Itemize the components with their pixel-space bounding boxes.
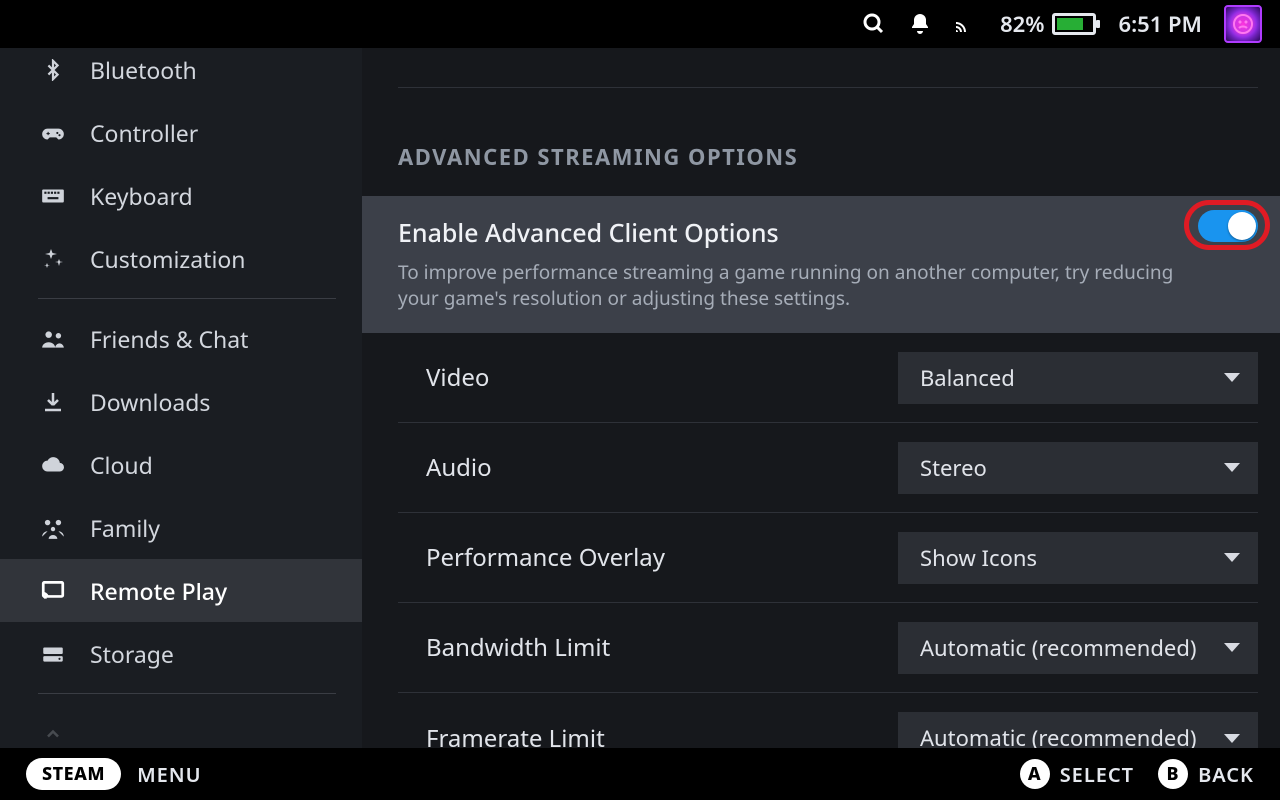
sidebar-separator — [38, 298, 336, 299]
battery-icon — [1052, 13, 1096, 35]
steam-button[interactable]: STEAM — [26, 758, 121, 790]
sidebar-item-label: Cloud — [90, 449, 153, 481]
chevron-down-icon — [1224, 553, 1240, 562]
row-label: Performance Overlay — [398, 541, 665, 574]
sidebar-item-label: Friends & Chat — [90, 323, 248, 355]
sidebar-separator — [38, 693, 336, 694]
settings-sidebar: Bluetooth Controller Keyboard Customizat… — [0, 48, 362, 748]
battery-percent: 82% — [1000, 9, 1044, 39]
hint-back: B BACK — [1158, 759, 1254, 789]
cast-icon[interactable] — [954, 12, 978, 36]
chevron-down-icon — [1224, 463, 1240, 472]
clock: 6:51 PM — [1118, 9, 1202, 39]
sidebar-item-label: Remote Play — [90, 575, 227, 607]
select-value: Show Icons — [920, 543, 1037, 573]
search-icon[interactable] — [862, 12, 886, 36]
row-bandwidth: Bandwidth Limit Automatic (recommended) — [398, 603, 1258, 693]
row-video: Video Balanced — [398, 333, 1258, 423]
chevron-up-icon — [38, 719, 68, 749]
people-icon — [38, 324, 68, 354]
sidebar-item-label: Controller — [90, 117, 198, 149]
bell-icon[interactable] — [908, 12, 932, 36]
sidebar-item-label: Storage — [90, 638, 174, 670]
hint-select: A SELECT — [1020, 759, 1134, 789]
sidebar-item-friends[interactable]: Friends & Chat — [0, 307, 362, 370]
sidebar-item-more[interactable] — [0, 702, 362, 748]
family-icon — [38, 513, 68, 543]
row-audio: Audio Stereo — [398, 423, 1258, 513]
sidebar-item-label: Family — [90, 512, 160, 544]
select-overlay[interactable]: Show Icons — [898, 532, 1258, 584]
row-label: Framerate Limit — [398, 722, 605, 748]
advanced-client-toggle[interactable] — [1198, 210, 1258, 242]
row-label: Video — [398, 361, 489, 394]
sidebar-item-label: Keyboard — [90, 180, 193, 212]
sidebar-item-cloud[interactable]: Cloud — [0, 433, 362, 496]
row-label: Bandwidth Limit — [398, 631, 610, 664]
toggle-knob — [1228, 212, 1256, 240]
chevron-down-icon — [1224, 734, 1240, 743]
cloud-icon — [38, 450, 68, 480]
sidebar-item-remoteplay[interactable]: Remote Play — [0, 559, 362, 622]
sparkle-icon — [38, 244, 68, 274]
select-audio[interactable]: Stereo — [898, 442, 1258, 494]
download-icon — [38, 387, 68, 417]
sidebar-item-storage[interactable]: Storage — [0, 622, 362, 685]
chevron-down-icon — [1224, 373, 1240, 382]
b-button-icon[interactable]: B — [1158, 759, 1188, 789]
select-bandwidth[interactable]: Automatic (recommended) — [898, 622, 1258, 674]
footer-bar: STEAM MENU A SELECT B BACK — [0, 748, 1280, 800]
prev-section-stub — [398, 48, 1258, 88]
bluetooth-icon — [38, 55, 68, 85]
toggle-label: Enable Advanced Client Options — [398, 216, 1252, 250]
select-value: Automatic (recommended) — [920, 633, 1196, 663]
row-overlay: Performance Overlay Show Icons — [398, 513, 1258, 603]
select-framerate[interactable]: Automatic (recommended) — [898, 712, 1258, 748]
sidebar-item-customization[interactable]: Customization — [0, 227, 362, 290]
settings-panel: ADVANCED STREAMING OPTIONS Enable Advanc… — [362, 48, 1280, 748]
select-video[interactable]: Balanced — [898, 352, 1258, 404]
keyboard-icon — [38, 181, 68, 211]
menu-label: MENU — [137, 761, 202, 788]
a-button-label: SELECT — [1060, 761, 1134, 788]
controller-icon — [38, 118, 68, 148]
battery-status: 82% — [1000, 9, 1096, 39]
b-button-label: BACK — [1198, 761, 1254, 788]
status-bar: 82% 6:51 PM — [0, 0, 1280, 48]
sidebar-item-label: Bluetooth — [90, 54, 197, 86]
sidebar-item-family[interactable]: Family — [0, 496, 362, 559]
avatar[interactable] — [1224, 5, 1262, 43]
advanced-client-options: Enable Advanced Client Options To improv… — [362, 196, 1280, 333]
select-value: Balanced — [920, 363, 1015, 393]
a-button-icon[interactable]: A — [1020, 759, 1050, 789]
sidebar-item-keyboard[interactable]: Keyboard — [0, 164, 362, 227]
sidebar-item-downloads[interactable]: Downloads — [0, 370, 362, 433]
select-value: Automatic (recommended) — [920, 723, 1196, 748]
row-label: Audio — [398, 451, 492, 484]
toggle-description: To improve performance streaming a game … — [398, 260, 1218, 311]
sidebar-item-controller[interactable]: Controller — [0, 101, 362, 164]
row-framerate: Framerate Limit Automatic (recommended) — [398, 693, 1258, 748]
sidebar-item-bluetooth[interactable]: Bluetooth — [0, 48, 362, 101]
remoteplay-icon — [38, 576, 68, 606]
sidebar-item-label: Customization — [90, 243, 246, 275]
storage-icon — [38, 639, 68, 669]
select-value: Stereo — [920, 453, 987, 483]
section-title: ADVANCED STREAMING OPTIONS — [362, 88, 1280, 196]
chevron-down-icon — [1224, 643, 1240, 652]
sidebar-item-label: Downloads — [90, 386, 210, 418]
